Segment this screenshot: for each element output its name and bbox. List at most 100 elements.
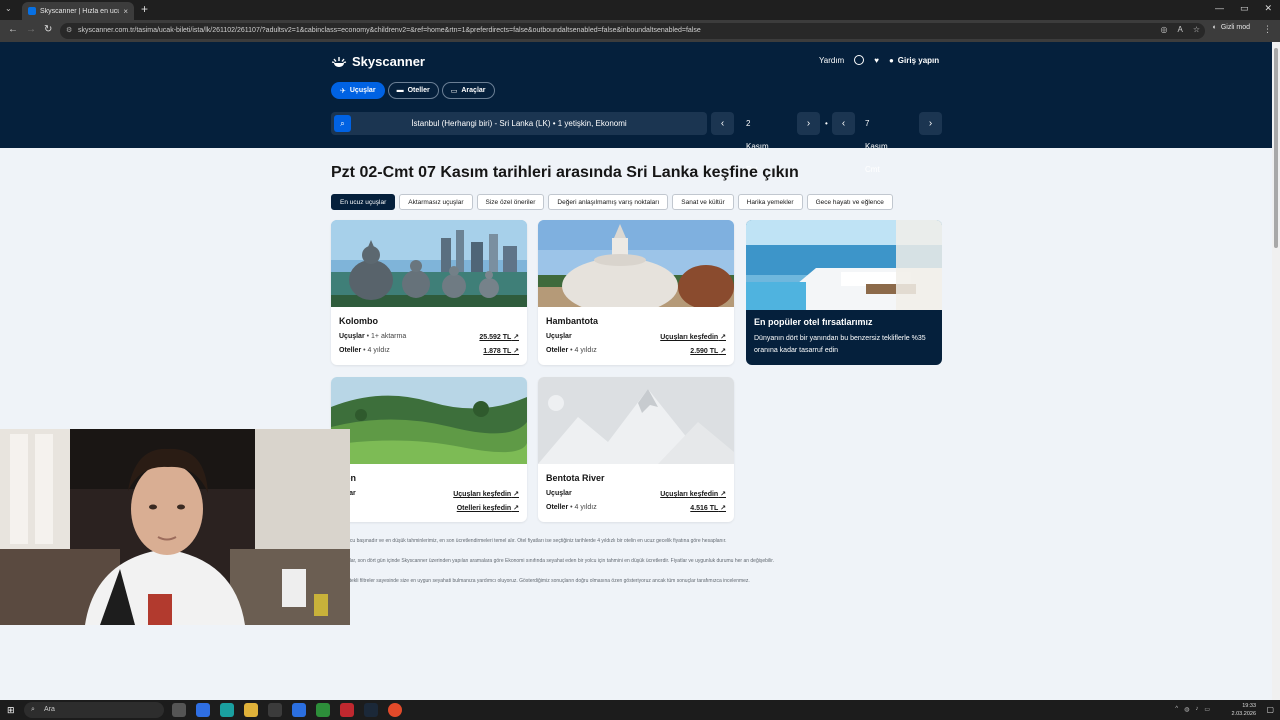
destination-card-kolombo[interactable]: Kolombo Uçuşlar • 1+ aktarma 25.592 TL O… bbox=[331, 220, 527, 365]
promo-description: Dünyanın dört bir yanından bu benzersiz … bbox=[754, 335, 926, 354]
hotels-note: • 4 yıldız bbox=[568, 504, 597, 511]
taskbar-clock[interactable]: 19:33 2.03.2026 bbox=[1232, 702, 1256, 718]
incognito-label: Gizli mod bbox=[1220, 24, 1250, 31]
explore-flights-link[interactable]: Uçuşları keşfedin bbox=[660, 490, 726, 498]
mail-icon[interactable] bbox=[292, 703, 306, 717]
destination-card-bentota-river[interactable]: Bentota River Uçuşlar Uçuşları keşfedin … bbox=[538, 377, 734, 522]
chip-for-you[interactable]: Size özel öneriler bbox=[476, 194, 545, 210]
depart-prev-button[interactable]: ‹ bbox=[711, 112, 734, 135]
footnote-estimates: tlen fiyatlar, son dört gün içinde Skysc… bbox=[331, 558, 775, 564]
tab-close-icon[interactable]: × bbox=[123, 7, 128, 16]
url-text: skyscanner.com.tr/tasima/ucak-bileti/ist… bbox=[78, 27, 701, 34]
tab-cars-label: Araçlar bbox=[461, 87, 486, 94]
clock-time: 19:33 bbox=[1242, 703, 1256, 709]
taskbar-search-placeholder: Ara bbox=[44, 706, 55, 713]
search-summary-text: İstanbul (Herhangi biri) - Sri Lanka (LK… bbox=[411, 119, 627, 128]
hotels-price-link[interactable]: 1.878 TL bbox=[483, 347, 519, 355]
card-title: Hambantota bbox=[546, 316, 599, 326]
webcam-person-image bbox=[0, 429, 350, 625]
language-globe-icon[interactable] bbox=[854, 55, 865, 65]
tab-search-icon[interactable]: ⌄ bbox=[5, 4, 12, 13]
steam-icon[interactable] bbox=[364, 703, 378, 717]
incognito-indicator[interactable]: ◐ Gizli mod bbox=[1213, 24, 1250, 31]
flights-price-link[interactable]: 25.592 TL bbox=[479, 333, 519, 341]
return-prev-button[interactable]: ‹ bbox=[832, 112, 855, 135]
forward-arrow-icon[interactable]: → bbox=[26, 24, 36, 35]
tab-hotels[interactable]: ▬ Oteller bbox=[387, 82, 439, 99]
new-tab-button[interactable]: + bbox=[141, 2, 148, 16]
address-bar[interactable]: ⚙ skyscanner.com.tr/tasima/ucak-bileti/i… bbox=[60, 23, 1205, 39]
close-window-button[interactable]: ✕ bbox=[1264, 3, 1272, 14]
page-scrollbar[interactable] bbox=[1272, 42, 1280, 700]
scrollbar-thumb[interactable] bbox=[1274, 48, 1278, 248]
card-title: Bentota River bbox=[546, 473, 605, 483]
return-date[interactable]: 7 Kasım Cmt bbox=[865, 112, 888, 181]
favorites-heart-icon[interactable]: ♥ bbox=[874, 56, 879, 65]
task-view-icon[interactable] bbox=[172, 703, 186, 717]
explore-flights-link[interactable]: Uçuşları keşfedin bbox=[660, 333, 726, 341]
skyscanner-favicon-icon bbox=[28, 7, 36, 15]
filter-chips: En ucuz uçuşlar Aktarmasız uçuşlar Size … bbox=[331, 194, 893, 210]
hambantota-stupa-image bbox=[538, 220, 734, 307]
chip-art-culture[interactable]: Sanat ve kültür bbox=[672, 194, 734, 210]
volume-icon[interactable]: ♪ bbox=[1195, 706, 1198, 713]
tab-flights[interactable]: ✈ Uçuşlar bbox=[331, 82, 385, 99]
notification-icon[interactable]: ▢ bbox=[1266, 705, 1274, 714]
obs-icon[interactable] bbox=[340, 703, 354, 717]
user-icon: ● bbox=[888, 55, 894, 65]
hotel-deals-promo-card[interactable]: En popüler otel fırsatlarımız Dünyanın d… bbox=[746, 220, 942, 365]
flights-label: Uçuşlar bbox=[339, 333, 365, 340]
reload-icon[interactable]: ↻ bbox=[44, 24, 52, 35]
return-next-button[interactable]: › bbox=[919, 112, 942, 135]
chrome-icon[interactable] bbox=[388, 703, 402, 717]
bookmark-star-icon[interactable]: ☆ bbox=[1193, 25, 1200, 34]
sunrise-logo-icon bbox=[331, 56, 347, 67]
file-explorer-icon[interactable] bbox=[244, 703, 258, 717]
hotel-pool-image bbox=[746, 220, 942, 310]
incognito-icon: ◐ bbox=[1212, 24, 1217, 31]
chip-food[interactable]: Harika yemekler bbox=[737, 194, 803, 210]
system-tray: ^ ◍ ♪ ▭ bbox=[1175, 706, 1210, 713]
chip-nightlife[interactable]: Gece hayatı ve eğlence bbox=[806, 194, 893, 210]
windows-start-icon[interactable]: ⊞ bbox=[7, 705, 15, 716]
translate-icon[interactable]: A bbox=[1177, 25, 1182, 34]
promo-title: En popüler otel fırsatlarımız bbox=[754, 317, 873, 327]
site-info-icon[interactable]: ⚙ bbox=[66, 23, 72, 39]
hotels-price-link[interactable]: 4.516 TL bbox=[690, 504, 726, 512]
tab-cars[interactable]: ▭ Araçlar bbox=[441, 82, 495, 99]
store-icon[interactable] bbox=[268, 703, 282, 717]
minimize-button[interactable]: — bbox=[1215, 3, 1224, 14]
card-flights-row: Uçuşlar Uçuşları keşfedin bbox=[546, 333, 726, 341]
skyscanner-logo[interactable]: Skyscanner bbox=[331, 54, 425, 69]
hotels-label: Oteller bbox=[339, 347, 362, 354]
explore-flights-link[interactable]: Uçuşları keşfedin bbox=[453, 490, 519, 498]
taskbar-search[interactable]: ⌕ Ara bbox=[24, 702, 164, 718]
destination-card-hambantota[interactable]: Hambantota Uçuşlar Uçuşları keşfedin Ote… bbox=[538, 220, 734, 365]
media-player-icon[interactable] bbox=[316, 703, 330, 717]
maximize-button[interactable]: ▭ bbox=[1240, 3, 1249, 14]
chip-direct[interactable]: Aktarmasız uçuşlar bbox=[399, 194, 473, 210]
edge-icon[interactable] bbox=[220, 703, 234, 717]
signin-button[interactable]: ● Giriş yapın bbox=[889, 56, 939, 65]
card-title: Kolombo bbox=[339, 316, 378, 326]
destination-card-hatton[interactable]: tton uşlar Uçuşları keşfedin Otelleri ke… bbox=[331, 377, 527, 522]
chip-underrated[interactable]: Değeri anlaşılmamış varış noktaları bbox=[548, 194, 669, 210]
explore-hotels-link[interactable]: Otelleri keşfedin bbox=[457, 504, 519, 512]
hotels-price-link[interactable]: 2.590 TL bbox=[690, 347, 726, 355]
depart-next-button[interactable]: › bbox=[797, 112, 820, 135]
copilot-icon[interactable] bbox=[196, 703, 210, 717]
battery-icon[interactable]: ▭ bbox=[1204, 706, 1210, 713]
tray-expand-icon[interactable]: ^ bbox=[1175, 706, 1178, 713]
back-arrow-icon[interactable]: ← bbox=[8, 24, 18, 35]
browser-menu-icon[interactable]: ⋮ bbox=[1263, 24, 1272, 35]
browser-toolbar: ← → ↻ ⚙ skyscanner.com.tr/tasima/ucak-bi… bbox=[0, 20, 1280, 42]
search-summary-box[interactable]: İstanbul (Herhangi biri) - Sri Lanka (LK… bbox=[331, 112, 707, 135]
search-icon[interactable]: ⌕ bbox=[334, 115, 351, 132]
plane-icon: ✈ bbox=[340, 87, 346, 95]
network-icon[interactable]: ◍ bbox=[1184, 706, 1189, 713]
browser-tab-title: Skyscanner | Hızla en ucuz uçak... bbox=[40, 7, 120, 15]
eye-off-icon[interactable]: ◎ bbox=[1161, 25, 1168, 34]
browser-tab-skyscanner[interactable]: Skyscanner | Hızla en ucuz uçak... × bbox=[22, 2, 134, 20]
help-link[interactable]: Yardım bbox=[819, 56, 844, 65]
chip-cheapest[interactable]: En ucuz uçuşlar bbox=[331, 194, 396, 210]
